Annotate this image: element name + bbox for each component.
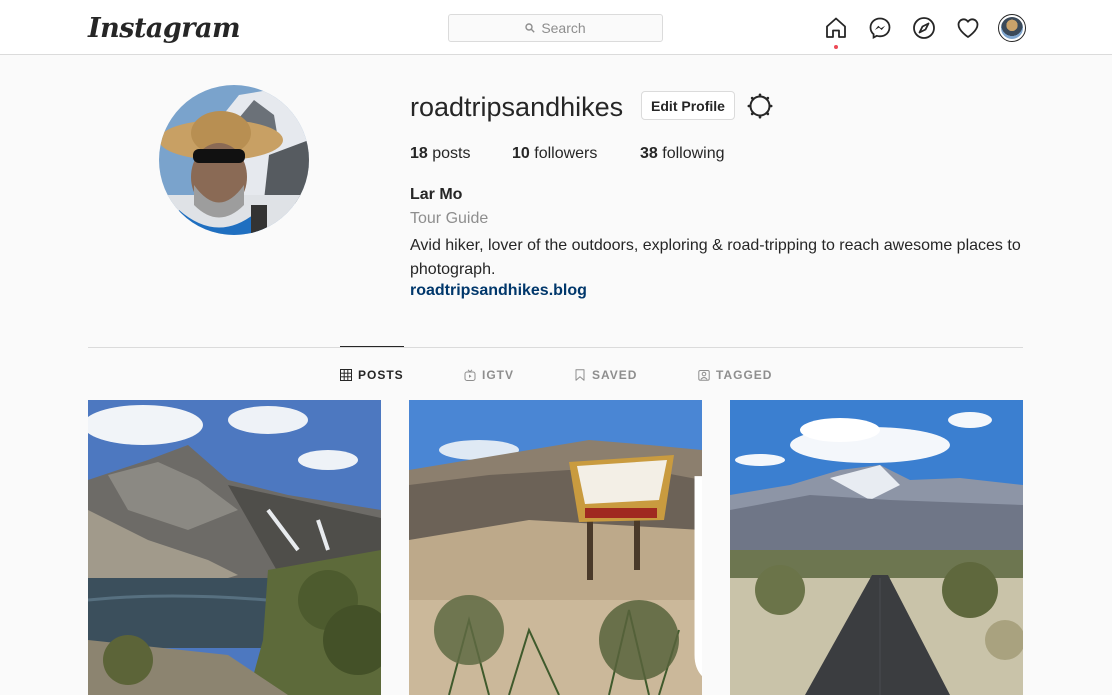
- tab-igtv[interactable]: IGTV: [464, 367, 514, 383]
- followers-link[interactable]: 10 followers: [512, 145, 597, 163]
- multiple-posts-icon: [675, 410, 702, 676]
- post-thumbnail-chimney-peak[interactable]: [409, 400, 702, 695]
- posts-stat: 18 posts: [410, 145, 470, 163]
- search-input[interactable]: Search: [448, 14, 663, 42]
- settings-gear-icon[interactable]: [747, 93, 773, 119]
- igtv-icon: [464, 369, 476, 381]
- followers-count: 10: [512, 145, 530, 162]
- home-icon[interactable]: [824, 16, 848, 40]
- posts-label: posts: [427, 145, 471, 162]
- tab-saved[interactable]: SAVED: [574, 367, 637, 383]
- search-icon: [525, 23, 536, 33]
- active-tab-indicator: [340, 346, 404, 347]
- heart-icon[interactable]: [956, 16, 980, 40]
- profile-website-link[interactable]: roadtripsandhikes.blog: [410, 282, 587, 300]
- tab-tagged[interactable]: TAGGED: [698, 367, 772, 383]
- bookmark-icon: [575, 369, 585, 381]
- edit-profile-button[interactable]: Edit Profile: [641, 91, 735, 120]
- instagram-logo[interactable]: Instagram: [88, 13, 241, 44]
- profile-picture[interactable]: [159, 85, 309, 235]
- followers-label: followers: [529, 145, 598, 162]
- following-label: following: [657, 145, 725, 162]
- tab-posts-label: POSTS: [358, 368, 404, 382]
- following-count: 38: [640, 145, 658, 162]
- posts-count: 18: [410, 145, 428, 162]
- tab-igtv-label: IGTV: [482, 368, 515, 382]
- following-link[interactable]: 38 following: [640, 145, 725, 163]
- nav-avatar[interactable]: [998, 14, 1026, 42]
- grid-icon: [340, 369, 352, 381]
- profile-username: roadtripsandhikes: [410, 92, 624, 122]
- top-nav: Instagram Search: [0, 0, 1112, 55]
- tab-tagged-label: TAGGED: [716, 368, 773, 382]
- tabs-divider: [88, 347, 1023, 348]
- post-thumbnail-lake[interactable]: [88, 400, 381, 695]
- profile-category: Tour Guide: [410, 210, 489, 227]
- profile-full-name: Lar Mo: [410, 186, 463, 203]
- profile-bio: Avid hiker, lover of the outdoors, explo…: [410, 237, 1021, 278]
- tab-saved-label: SAVED: [592, 368, 638, 382]
- tagged-icon: [698, 370, 710, 381]
- notification-dot: [834, 45, 838, 49]
- avatar-image: [1001, 17, 1023, 39]
- explore-icon[interactable]: [912, 16, 936, 40]
- tab-posts[interactable]: POSTS: [340, 367, 404, 383]
- search-placeholder: Search: [541, 20, 586, 36]
- messenger-icon[interactable]: [868, 16, 892, 40]
- post-thumbnail-road[interactable]: [730, 400, 1023, 695]
